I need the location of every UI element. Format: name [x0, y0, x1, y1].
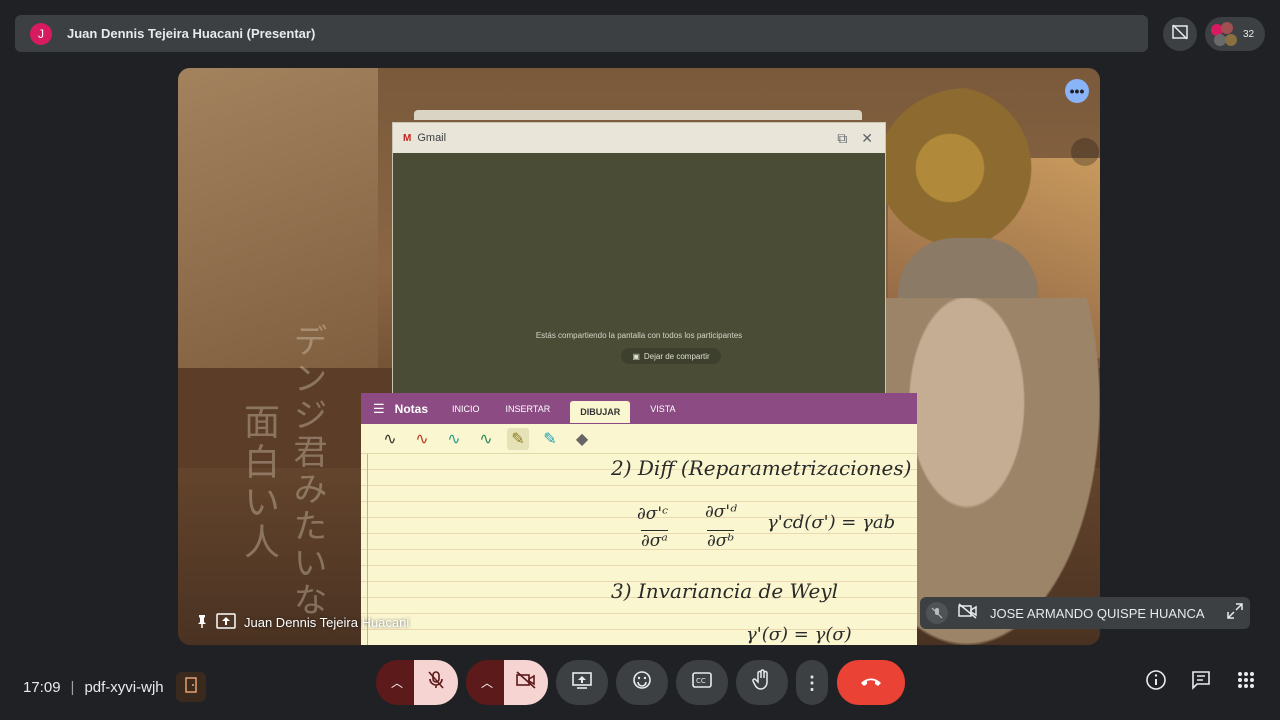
breakout-button[interactable]: [175, 672, 206, 702]
participant-count: 32: [1243, 28, 1255, 40]
note-frac1-den: ∂σᵃ: [641, 530, 668, 551]
note-line-weyl: 3) Invariancia de Weyl: [611, 579, 838, 603]
shared-screen-stage: 面白い人 デンジ君みたいな ••• M Gmail ⧉ ✕ Estás comp…: [178, 68, 1100, 645]
note-page[interactable]: 2) Diff (Reparametrizaciones) ∂σ'ᶜ ∂σᵃ ∂…: [361, 454, 917, 645]
note-frac1-num: ∂σ'ᶜ: [637, 504, 669, 524]
background-window-left: [178, 68, 378, 398]
drawing-toolbar: ∿ ∿ ∿ ∿ ✎ ✎ ◆: [361, 424, 917, 454]
wallpaper-jp-text-1: 面白い人: [238, 403, 279, 563]
camera-toggle-button[interactable]: [504, 660, 548, 705]
note-line-diff: 2) Diff (Reparametrizaciones): [611, 456, 912, 480]
activities-button[interactable]: [1234, 670, 1258, 694]
mic-toggle-button[interactable]: [414, 660, 458, 705]
close-icon[interactable]: ✕: [861, 130, 873, 147]
apps-grid-icon: [1237, 671, 1255, 694]
meeting-details-button[interactable]: [1144, 669, 1168, 696]
onenote-window: ☰ Notas INICIO INSERTAR DIBUJAR VISTA ∿ …: [361, 393, 917, 645]
participant-tile[interactable]: JOSE ARMANDO QUISPE HUANCA: [920, 597, 1250, 629]
stop-sharing-label: Dejar de compartir: [643, 351, 710, 361]
eraser-icon[interactable]: ◆: [571, 428, 593, 450]
leave-call-button[interactable]: [837, 660, 905, 705]
captions-button[interactable]: CC: [676, 660, 728, 705]
presenter-title: Juan Dennis Tejeira Huacani (Presentar): [67, 26, 316, 41]
svg-text:CC: CC: [696, 677, 706, 685]
captions-icon: CC: [692, 672, 712, 693]
share-message: Estás compartiendo la pantalla con todos…: [535, 331, 743, 340]
door-icon: [184, 677, 198, 697]
pin-icon[interactable]: [196, 614, 208, 631]
hide-tile-icon: [1171, 23, 1189, 46]
presenter-name-tag: Juan Dennis Tejeira Huacani: [196, 613, 409, 632]
tab-insertar[interactable]: INSERTAR: [500, 396, 557, 422]
vertical-dots-icon: ⋮: [803, 672, 821, 693]
participant-avatars: [1211, 22, 1239, 46]
more-options-button[interactable]: •••: [1065, 79, 1089, 103]
onenote-app-name: Notas: [394, 401, 428, 416]
chat-icon: [1190, 669, 1212, 696]
camera-off-icon: [515, 671, 537, 694]
pen-green-icon[interactable]: ∿: [475, 428, 497, 450]
participants-button[interactable]: 32: [1205, 17, 1265, 51]
tab-inicio[interactable]: INICIO: [446, 396, 486, 422]
more-options-button-bottom[interactable]: ⋮: [796, 660, 828, 705]
present-screen-icon: [571, 671, 593, 694]
hang-up-icon: [859, 674, 883, 692]
stop-sharing-button[interactable]: ▣ Dejar de compartir: [621, 348, 721, 364]
pen-red-icon[interactable]: ∿: [411, 428, 433, 450]
gmail-logo-icon: M: [403, 132, 412, 144]
participant-name: JOSE ARMANDO QUISPE HUANCA: [990, 605, 1205, 621]
screen-share-icon: ▣: [632, 351, 640, 361]
info-icon: [1145, 669, 1167, 696]
emoji-icon: [632, 670, 652, 695]
restore-icon[interactable]: ⧉: [837, 130, 847, 147]
reactions-button[interactable]: [616, 660, 668, 705]
mic-off-icon: [926, 602, 948, 624]
video-options-button[interactable]: ︿: [466, 660, 508, 705]
note-metric: γ'cd(σ') = γab: [767, 512, 896, 533]
highlighter-yellow-icon[interactable]: ✎: [507, 427, 529, 450]
presenting-icon: [216, 613, 236, 632]
stacked-window-edge: [414, 110, 862, 120]
hamburger-menu-icon[interactable]: ☰: [373, 401, 385, 417]
present-screen-button[interactable]: [556, 660, 608, 705]
presenter-avatar: J: [30, 22, 52, 45]
background-flowers: [878, 88, 1058, 248]
wallpaper-jp-text-2: デンジ君みたいな: [287, 323, 327, 619]
more-dots-icon: •••: [1069, 83, 1085, 99]
camera-off-icon: [958, 602, 978, 624]
divider: |: [70, 678, 75, 696]
expand-icon[interactable]: [1226, 602, 1243, 624]
meeting-code: pdf-xyvi-wjh: [84, 678, 164, 696]
tab-vista[interactable]: VISTA: [644, 396, 681, 422]
presenter-name: Juan Dennis Tejeira Huacani: [244, 615, 410, 630]
audio-options-button[interactable]: ︿: [376, 660, 418, 705]
note-line-weyl-eq: γ'(σ) = γ(σ): [746, 624, 852, 645]
annotate-button[interactable]: [1071, 138, 1099, 166]
mic-off-icon: [427, 670, 445, 695]
hand-icon: [752, 669, 772, 696]
hide-self-view-button[interactable]: [1163, 17, 1197, 51]
clock-time: 17:09: [23, 678, 61, 696]
chevron-up-icon: ︿: [480, 676, 493, 690]
meeting-info: 17:09 | pdf-xyvi-wjh: [23, 672, 206, 702]
onenote-ribbon: ☰ Notas INICIO INSERTAR DIBUJAR VISTA: [361, 393, 917, 424]
gmail-window-title: Gmail: [417, 132, 447, 144]
tab-dibujar[interactable]: DIBUJAR: [570, 400, 631, 423]
gmail-window: M Gmail ⧉ ✕ Estás compartiendo la pantal…: [392, 122, 886, 412]
highlighter-cyan-icon[interactable]: ✎: [539, 428, 561, 450]
gmail-window-header: M Gmail ⧉ ✕: [393, 123, 885, 153]
pen-black-icon[interactable]: ∿: [379, 428, 401, 450]
note-frac2-den: ∂σᵇ: [707, 530, 735, 551]
chevron-up-icon: ︿: [390, 676, 403, 690]
pen-teal-icon[interactable]: ∿: [443, 428, 465, 450]
note-frac2-num: ∂σ'ᵈ: [705, 502, 737, 522]
raise-hand-button[interactable]: [736, 660, 788, 705]
chat-button[interactable]: [1189, 670, 1213, 694]
presenter-banner: J Juan Dennis Tejeira Huacani (Presentar…: [15, 15, 1148, 52]
